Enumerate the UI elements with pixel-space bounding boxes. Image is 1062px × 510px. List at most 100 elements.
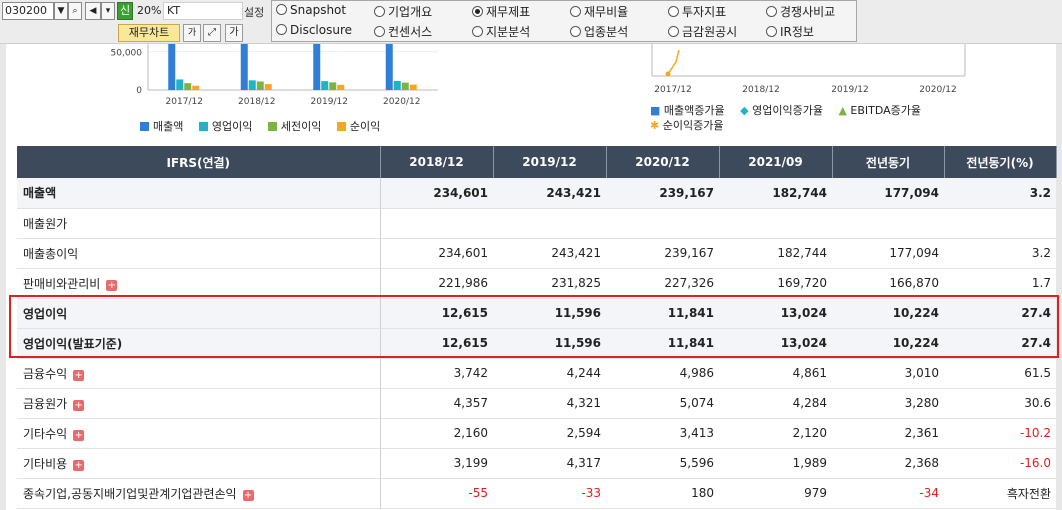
series-line (667, 49, 680, 75)
radio-competitor-comparison[interactable]: 경쟁사비교 (766, 3, 835, 20)
settings-button[interactable]: 설정 (244, 4, 264, 20)
radio-snapshot[interactable]: Snapshot (276, 3, 346, 17)
financial-chart-button[interactable]: 재무차트 (118, 24, 180, 42)
new-badge-button[interactable]: 신 (117, 2, 133, 20)
x-tick-label: 2020/12 (919, 85, 956, 95)
table-cell (606, 208, 719, 239)
line-marker-icon: ✱ (650, 119, 660, 132)
speaker-icon[interactable]: ◀ (85, 2, 101, 20)
table-cell: 4,317 (493, 448, 606, 479)
table-cell: 3.2 (944, 238, 1056, 269)
radio-financial-ratios[interactable]: 재무비율 (570, 3, 628, 20)
legend-swatch (267, 122, 277, 131)
table-cell: 4,986 (606, 358, 719, 389)
table-header-row: IFRS(연결) 2018/12 2019/12 2020/12 2021/09… (17, 146, 1057, 178)
legend-item: 순이익 (336, 118, 381, 134)
chevron-down-icon[interactable]: ▾ (101, 2, 115, 20)
expand-icon[interactable]: ⤢ (203, 24, 221, 42)
table-cell: 234,601 (380, 238, 493, 269)
app-window: 030200 ▼ ⌕ ◀ ▾ 신 20% KT 설정 재무차트 가 ⤢ 가 Sn… (0, 0, 1062, 510)
radio-financial-statements[interactable]: 재무제표 (472, 3, 530, 20)
x-tick-label: 2020/12 (383, 97, 420, 107)
table-cell: 3,280 (832, 388, 944, 419)
radio-label: 재무제표 (486, 5, 531, 19)
legend-label: 매출액증가율 (663, 104, 725, 117)
table-cell: 239,167 (606, 238, 719, 269)
row-label: 매출원가 (23, 216, 68, 231)
row-label-cell: 매출액 (17, 178, 381, 209)
bar (248, 80, 256, 90)
expand-plus-icon[interactable]: + (73, 429, 85, 441)
table-cell: 4,357 (380, 388, 493, 419)
table-cell: 231,825 (493, 268, 606, 299)
legend-item: ▲ EBITDA증가율 (838, 103, 921, 118)
radio-fss-disclosure[interactable]: 금감원공시 (668, 23, 737, 40)
table-cell: 177,094 (832, 238, 944, 269)
expand-plus-icon[interactable]: + (73, 399, 85, 411)
legend-item: ✱ 순이익증가율 (650, 118, 723, 133)
row-label: 판매비와관리비 (23, 276, 101, 291)
table-row: 종속기업,공동지배기업및관계기업관련손익 + -55 -33 180 979 -34 흑자전환 (17, 478, 1056, 509)
table-cell: 2,120 (719, 418, 832, 449)
radio-label: 금감원공시 (682, 25, 738, 39)
x-tick-label: 2019/12 (311, 97, 348, 107)
font-size-small-button[interactable]: 가 (183, 24, 201, 42)
bar (184, 83, 192, 90)
expand-plus-icon[interactable]: + (73, 369, 85, 381)
table-cell: 1,989 (719, 448, 832, 479)
radio-circle-icon (276, 24, 287, 35)
table-row: 기타수익 +2,160 2,594 3,413 2,120 2,361 -10.2 (17, 418, 1056, 449)
table-cell: -55 (380, 478, 493, 509)
radio-label: 지분분석 (486, 25, 531, 39)
x-tick-label: 2017/12 (654, 85, 691, 95)
line-marker-icon: ▲ (838, 104, 847, 117)
table-row: 금융수익 +3,742 4,244 4,986 4,861 3,010 61.5 (17, 358, 1056, 389)
radio-circle-icon (766, 26, 777, 37)
change-percent: 20% (137, 4, 162, 17)
radio-investment-indicators[interactable]: 투자지표 (668, 3, 726, 20)
table-cell: 4,321 (493, 388, 606, 419)
table-cell: 166,870 (832, 268, 944, 299)
radio-industry-analysis[interactable]: 업종분석 (570, 23, 628, 40)
table-cell (944, 208, 1056, 239)
table-cell: 4,244 (493, 358, 606, 389)
legend-swatch (198, 122, 208, 131)
radio-company-overview[interactable]: 기업개요 (374, 3, 432, 20)
bar (329, 82, 337, 90)
line-chart-legend: ■ 매출액증가율 ◆ 영업이익증가율 ▲ EBITDA증가율 ✱ 순이익증가율 (650, 103, 933, 133)
legend-item: ■ 매출액증가율 (650, 103, 725, 118)
vertical-scrollbar[interactable] (1056, 44, 1062, 510)
radio-circle-icon (374, 26, 385, 37)
radio-label: 투자지표 (682, 5, 727, 19)
radio-consensus[interactable]: 컨센서스 (374, 23, 432, 40)
legend-label: 순이익 (349, 120, 381, 133)
radio-ownership-analysis[interactable]: 지분분석 (472, 23, 530, 40)
radio-disclosure[interactable]: Disclosure (276, 23, 352, 37)
toolbar: 030200 ▼ ⌕ ◀ ▾ 신 20% KT 설정 재무차트 가 ⤢ 가 Sn… (0, 0, 1062, 44)
stock-code-input[interactable]: 030200 (2, 2, 54, 20)
table-row: 금융원가 +4,357 4,321 5,074 4,284 3,280 30.6 (17, 388, 1056, 419)
legend-item: 영업이익 (198, 118, 252, 134)
bar (176, 79, 184, 90)
header-col: 2018/12 (380, 146, 494, 178)
table-cell (380, 208, 493, 239)
legend-label: 영업이익증가율 (752, 104, 823, 117)
row-label: 기타비용 (23, 456, 68, 471)
font-size-large-button[interactable]: 가 (225, 24, 243, 42)
header-col: 2020/12 (606, 146, 720, 178)
bar (321, 81, 329, 90)
row-label: 종속기업,공동지배기업및관계기업관련손익 (23, 486, 237, 501)
stock-name-field[interactable]: KT (163, 2, 243, 20)
table-cell: 3,742 (380, 358, 493, 389)
radio-circle-icon (570, 6, 581, 17)
radio-ir-info[interactable]: IR정보 (766, 23, 814, 40)
row-label: 매출액 (23, 186, 57, 201)
dropdown-arrow-icon[interactable]: ▼ (54, 2, 68, 20)
expand-plus-icon[interactable]: + (106, 279, 118, 291)
radio-label: 업종분석 (584, 25, 629, 39)
expand-plus-icon[interactable]: + (242, 489, 254, 501)
search-icon[interactable]: ⌕ (68, 2, 82, 20)
expand-plus-icon[interactable]: + (73, 459, 85, 471)
table-cell: 169,720 (719, 268, 832, 299)
x-tick-label: 2018/12 (238, 97, 275, 107)
